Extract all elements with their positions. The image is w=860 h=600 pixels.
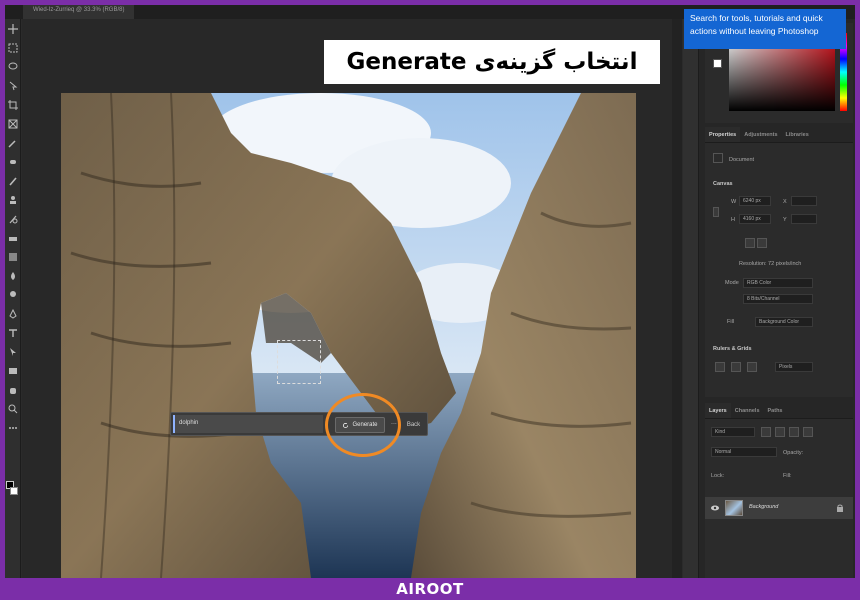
layer-name[interactable]: Background — [749, 504, 778, 510]
generative-prompt-input[interactable]: dolphin — [173, 415, 323, 433]
link-icon[interactable] — [713, 207, 719, 217]
type-filter-icon[interactable] — [789, 427, 799, 437]
mode-label: Mode — [725, 280, 739, 286]
hand-tool-icon[interactable] — [5, 380, 21, 399]
marquee-tool-icon[interactable] — [5, 38, 21, 57]
path-select-tool-icon[interactable] — [5, 342, 21, 361]
object-select-tool-icon[interactable] — [5, 76, 21, 95]
tutorial-title: انتخاب گزینه‌ی Generate — [324, 40, 660, 84]
move-tool-icon[interactable] — [5, 19, 21, 38]
tab-adjustments[interactable]: Adjustments — [740, 127, 781, 142]
portrait-orientation-icon[interactable] — [745, 238, 755, 248]
adjustment-filter-icon[interactable] — [775, 427, 785, 437]
x-field[interactable] — [791, 196, 817, 206]
eraser-tool-icon[interactable] — [5, 228, 21, 247]
tab-paths[interactable]: Paths — [764, 403, 787, 418]
layers-panel: Layers Channels Paths Kind Normal Opacit… — [705, 403, 853, 578]
width-label: W — [731, 199, 737, 205]
document-icon — [713, 153, 723, 163]
vertical-scrollbar[interactable] — [672, 19, 682, 578]
lock-label: Lock: — [711, 473, 725, 479]
document-tab[interactable]: Wied-Iz-Zurrieq @ 33.3% (RGB/8) — [23, 5, 135, 19]
fill-label: Fill — [727, 319, 735, 325]
gradient-tool-icon[interactable] — [5, 247, 21, 266]
visibility-eye-icon[interactable] — [711, 505, 719, 511]
guides-icon[interactable] — [747, 362, 757, 372]
opacity-label: Opacity: — [783, 450, 804, 456]
brand-logo: AIROOT — [396, 580, 464, 598]
canvas-section-title[interactable]: Canvas — [713, 181, 733, 187]
tab-libraries[interactable]: Libraries — [782, 127, 813, 142]
shape-filter-icon[interactable] — [803, 427, 813, 437]
width-field[interactable]: 6240 px — [739, 196, 771, 206]
height-label: H — [731, 217, 735, 223]
history-brush-icon[interactable] — [5, 209, 21, 228]
pen-tool-icon[interactable] — [5, 304, 21, 323]
properties-tabs: Properties Adjustments Libraries — [705, 127, 853, 143]
healing-brush-icon[interactable] — [5, 152, 21, 171]
properties-panel: Properties Adjustments Libraries Documen… — [705, 127, 853, 397]
right-panels: Properties Adjustments Libraries Documen… — [683, 19, 855, 578]
more-tools-icon[interactable] — [5, 418, 21, 437]
landscape-orientation-icon[interactable] — [757, 238, 767, 248]
eyedropper-tool-icon[interactable] — [5, 133, 21, 152]
rectangle-tool-icon[interactable] — [5, 361, 21, 380]
document-label: Document — [729, 157, 755, 163]
blend-mode-select[interactable]: Normal — [711, 447, 777, 457]
fill-select[interactable]: Background Color — [755, 317, 813, 327]
zoom-tool-icon[interactable] — [5, 399, 21, 418]
grid-icon[interactable] — [731, 362, 741, 372]
y-label: Y — [783, 217, 787, 223]
mode-select[interactable]: RGB Color — [743, 278, 813, 288]
layer-row[interactable]: Background — [705, 497, 853, 519]
footer-bar: AIROOT — [0, 578, 860, 600]
lock-icon — [837, 504, 843, 512]
background-color-swatch[interactable] — [10, 487, 18, 495]
x-label: X — [783, 199, 787, 205]
blur-tool-icon[interactable] — [5, 266, 21, 285]
rulers-icon[interactable] — [715, 362, 725, 372]
tab-properties[interactable]: Properties — [705, 127, 741, 142]
tools-toolbar — [5, 19, 21, 578]
tab-channels[interactable]: Channels — [731, 403, 764, 418]
back-button[interactable]: Back — [401, 417, 426, 433]
bit-depth-select[interactable]: 8 Bits/Channel — [743, 294, 813, 304]
fill-opacity-label: Fill: — [783, 473, 792, 479]
lasso-tool-icon[interactable] — [5, 57, 21, 76]
canvas-area — [22, 19, 672, 578]
stamp-tool-icon[interactable] — [5, 190, 21, 209]
dodge-tool-icon[interactable] — [5, 285, 21, 304]
color-swatch[interactable] — [713, 59, 722, 68]
type-tool-icon[interactable] — [5, 323, 21, 342]
search-tooltip: Search for tools, tutorials and quick ac… — [684, 9, 846, 49]
rulers-grids-title[interactable]: Rulers & Grids — [713, 346, 752, 352]
brush-tool-icon[interactable] — [5, 171, 21, 190]
units-select[interactable]: Pixels — [775, 362, 813, 372]
tab-layers[interactable]: Layers — [705, 403, 731, 418]
layers-tabs: Layers Channels Paths — [705, 403, 853, 419]
layer-thumbnail — [725, 500, 743, 516]
image-canvas[interactable] — [61, 93, 636, 578]
photo-scene — [61, 93, 636, 578]
selection-marquee[interactable] — [277, 340, 321, 384]
frame-tool-icon[interactable] — [5, 114, 21, 133]
resolution-text: Resolution: 72 pixels/inch — [739, 261, 802, 267]
height-field[interactable]: 4160 px — [739, 214, 771, 224]
kind-filter-select[interactable]: Kind — [711, 427, 755, 437]
pixel-filter-icon[interactable] — [761, 427, 771, 437]
photoshop-window: Wied-Iz-Zurrieq @ 33.3% (RGB/8) Properti… — [5, 5, 855, 578]
generate-highlight-circle — [325, 393, 401, 457]
y-field[interactable] — [791, 214, 817, 224]
crop-tool-icon[interactable] — [5, 95, 21, 114]
panel-icon-strip — [683, 19, 699, 578]
